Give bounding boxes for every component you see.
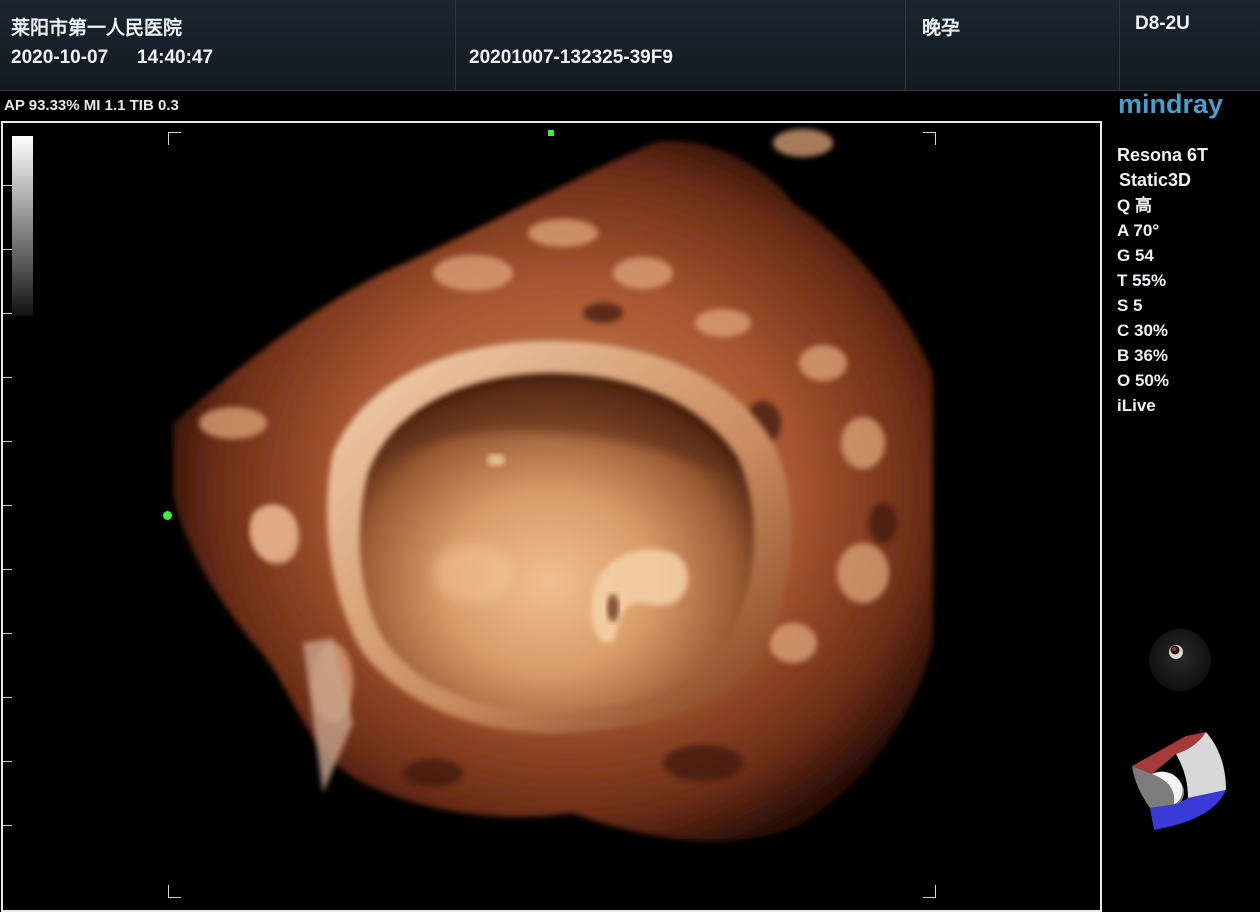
- header-bar: 莱阳市第一人民医院 2020-10-07 14:40:47 20201007-1…: [0, 0, 1260, 91]
- exam-time: 14:40:47: [137, 47, 214, 68]
- grayscale-bar: [12, 136, 33, 316]
- depth-scale: [3, 123, 15, 910]
- depth-tick: [3, 825, 12, 826]
- depth-tick: [3, 313, 12, 314]
- param-angle: A 70°: [1117, 221, 1160, 240]
- hospital-name: 莱阳市第一人民医院: [11, 18, 183, 39]
- roi-corner-bottom-right: [923, 885, 936, 898]
- roi-corner-top-left: [168, 132, 181, 145]
- depth-tick: [3, 505, 12, 506]
- param-threshold: T 55%: [1117, 271, 1167, 290]
- depth-tick: [3, 569, 12, 570]
- depth-tick: [3, 633, 12, 634]
- exam-type: 晚孕: [922, 18, 961, 39]
- depth-tick: [3, 697, 12, 698]
- trackball-icon[interactable]: [1149, 629, 1211, 691]
- acoustic-output-info: AP 93.33% MI 1.1 TIB 0.3: [4, 97, 179, 114]
- depth-tick: [3, 441, 12, 442]
- ultrasound-image-area[interactable]: [1, 121, 1102, 912]
- roi-corner-top-right: [923, 132, 936, 145]
- parameter-panel: Resona 6T Static3D Q 高 A 70° G 54 T 55% …: [1117, 143, 1208, 418]
- trackball-indicator-icon: [1169, 645, 1183, 659]
- param-quality: Q 高: [1117, 196, 1152, 215]
- depth-tick: [3, 377, 12, 378]
- header-cell-probe: D8-2U: [1120, 0, 1260, 90]
- header-cell-hospital: 莱阳市第一人民医院 2020-10-07 14:40:47: [0, 0, 456, 90]
- param-brightness: B 36%: [1117, 346, 1169, 365]
- depth-tick: [3, 249, 12, 250]
- header-cell-exam-id: 20201007-132325-39F9: [456, 0, 906, 90]
- param-contrast: C 30%: [1117, 321, 1169, 340]
- param-smooth: S 5: [1117, 296, 1143, 315]
- header-cell-exam-type: 晚孕: [906, 0, 1120, 90]
- system-model: Resona 6T: [1117, 145, 1209, 165]
- probe-name: D8-2U: [1135, 13, 1190, 34]
- param-opacity: O 50%: [1117, 371, 1169, 390]
- exam-date: 2020-10-07: [11, 47, 109, 68]
- param-gain: G 54: [1117, 246, 1154, 265]
- orientation-cube-icon[interactable]: [1128, 728, 1232, 834]
- mindray-logo: mindray: [1118, 89, 1224, 119]
- depth-tick: [3, 761, 12, 762]
- exam-id: 20201007-132325-39F9: [469, 47, 673, 68]
- orientation-marker-top: [548, 130, 554, 136]
- depth-tick: [3, 185, 12, 186]
- orientation-marker-left: [163, 511, 172, 520]
- param-ilive: iLive: [1117, 396, 1156, 415]
- roi-corner-bottom-left: [168, 885, 181, 898]
- imaging-mode: Static3D: [1119, 170, 1192, 190]
